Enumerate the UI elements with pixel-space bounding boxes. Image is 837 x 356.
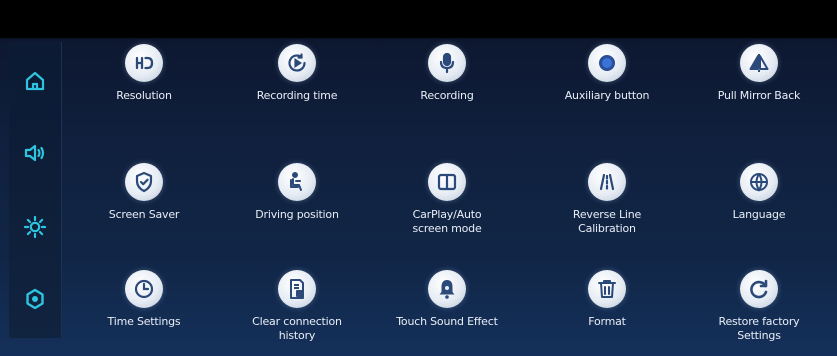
sidebar [9, 42, 62, 338]
setting-clear-connection-history[interactable]: Clear connection history [237, 270, 357, 356]
setting-label: Pull Mirror Back [717, 89, 801, 102]
setting-auxiliary-button[interactable]: Auxiliary button [547, 44, 667, 144]
trash-icon [598, 280, 616, 298]
setting-label: Time Settings [107, 315, 181, 328]
setting-label: Clear connection history [252, 315, 342, 342]
setting-label: Recording time [256, 89, 338, 102]
auxiliary-icon-badge [588, 44, 626, 82]
setting-label: Auxiliary button [564, 89, 650, 102]
sidebar-item-display[interactable] [9, 202, 61, 252]
clear-history-icon-badge [278, 270, 316, 308]
setting-driving-position[interactable]: Driving position [237, 163, 357, 263]
setting-label: Restore factory Settings [718, 315, 800, 342]
recording-time-icon [288, 53, 306, 72]
resolution-icon-badge [125, 44, 163, 82]
status-bar [0, 0, 837, 38]
setting-pull-mirror-back[interactable]: Pull Mirror Back [699, 44, 819, 144]
setting-label: Touch Sound Effect [396, 315, 498, 328]
setting-label: CarPlay/Auto screen mode [412, 208, 482, 235]
setting-time-settings[interactable]: Time Settings [84, 270, 204, 356]
driving-position-icon-badge [278, 163, 316, 201]
shield-icon [135, 171, 153, 193]
speaker-icon [24, 144, 45, 162]
home-icon [25, 71, 45, 91]
driver-seat-icon [290, 172, 302, 191]
setting-reverse-line-calibration[interactable]: Reverse Line Calibration [547, 163, 667, 263]
reverse-line-icon-badge [588, 163, 626, 201]
reverse-lines-icon [599, 173, 615, 191]
setting-language[interactable]: Language [699, 163, 819, 263]
setting-recording-time[interactable]: Recording time [237, 44, 357, 144]
screen-saver-icon-badge [125, 163, 163, 201]
setting-carplay-screen-mode[interactable]: CarPlay/Auto screen mode [387, 163, 507, 263]
setting-label: Reverse Line Calibration [572, 208, 642, 235]
setting-touch-sound-effect[interactable]: Touch Sound Effect [387, 270, 507, 356]
setting-resolution[interactable]: Resolution [84, 44, 204, 144]
clock-icon [134, 279, 154, 299]
touch-sound-icon-badge [428, 270, 466, 308]
setting-label: Screen Saver [108, 208, 180, 221]
setting-screen-saver[interactable]: Screen Saver [84, 163, 204, 263]
brightness-icon [23, 215, 47, 239]
setting-label: Recording [420, 89, 474, 102]
split-screen-icon [437, 173, 457, 191]
settings-icon [26, 288, 44, 310]
sidebar-item-sound[interactable] [9, 128, 61, 178]
setting-restore-factory-settings[interactable]: Restore factory Settings [699, 270, 819, 356]
language-icon-badge [740, 163, 778, 201]
globe-icon [750, 173, 768, 192]
bell-icon [439, 280, 455, 299]
restore-icon [750, 279, 768, 299]
setting-label: Format [588, 315, 626, 328]
recording-time-icon-badge [278, 44, 316, 82]
time-settings-icon-badge [125, 270, 163, 308]
sidebar-item-home[interactable] [9, 56, 61, 106]
mirror-icon-badge [740, 44, 778, 82]
setting-label: Language [732, 208, 786, 221]
setting-recording[interactable]: Recording [387, 44, 507, 144]
settings-screen: Resolution Recording time Recording Auxi… [0, 0, 837, 356]
auxiliary-dot-icon [599, 55, 615, 71]
screen-mode-icon-badge [428, 163, 466, 201]
setting-label: Resolution [116, 89, 172, 102]
sidebar-item-settings[interactable] [9, 274, 61, 324]
microphone-icon [439, 52, 455, 74]
format-icon-badge [588, 270, 626, 308]
hd-icon [135, 56, 154, 70]
mirror-icon [749, 54, 769, 72]
setting-label: Driving position [255, 208, 339, 221]
setting-format[interactable]: Format [547, 270, 667, 356]
restore-icon-badge [740, 270, 778, 308]
clear-history-icon [290, 279, 304, 299]
recording-icon-badge [428, 44, 466, 82]
